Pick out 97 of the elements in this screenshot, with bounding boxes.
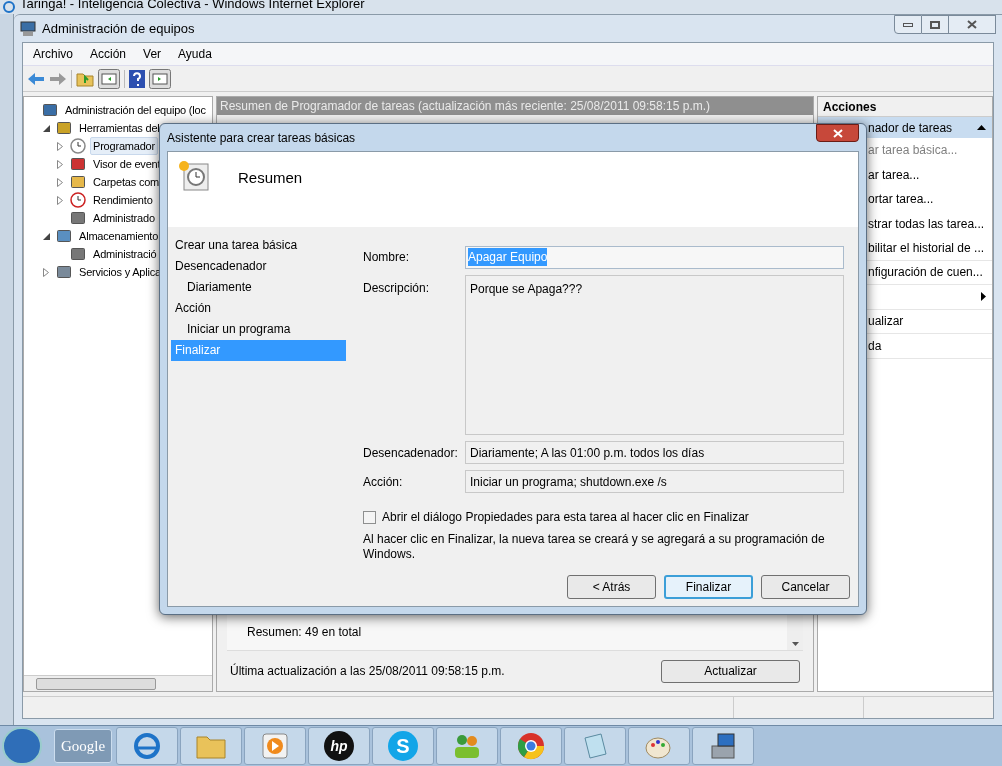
action-link[interactable]: strar todas las tarea... xyxy=(868,214,985,233)
dialog-button[interactable]: Finalizar xyxy=(664,575,753,599)
folder-up-icon[interactable] xyxy=(76,70,94,87)
menu-item[interactable]: Archivo xyxy=(33,45,73,63)
globe-icon xyxy=(2,0,16,14)
taskbar-button[interactable] xyxy=(436,727,498,765)
dialog-button[interactable]: < Atrás xyxy=(567,575,656,599)
taskbar-button[interactable] xyxy=(500,727,562,765)
info-text: Al hacer clic en Finalizar, la nueva tarea se creará y se agregará a su programación de Windows. xyxy=(363,532,826,562)
close-button[interactable] xyxy=(816,124,859,142)
panel-header: Resumen de Programador de tareas (actualización más reciente: 25/08/2011 09:58:15 p.m.) xyxy=(217,97,813,115)
wizard-step[interactable]: Iniciar un programa xyxy=(171,319,346,340)
tree-item[interactable]: Administrado xyxy=(90,208,158,228)
actions-header: Acciones xyxy=(818,97,992,117)
field-label: Descripción: xyxy=(363,280,431,297)
tree-item[interactable]: Almacenamiento xyxy=(76,226,162,246)
field-label: Desencadenador: xyxy=(363,444,459,462)
tree-item[interactable]: Administració xyxy=(90,244,160,264)
start-button[interactable] xyxy=(2,727,42,765)
node-icon xyxy=(70,192,86,208)
scroll-down-arrow-icon[interactable] xyxy=(791,642,799,646)
computer-tools-icon xyxy=(708,732,738,760)
taskbar-button[interactable] xyxy=(116,727,178,765)
readonly-field: Iniciar un programa; shutdown.exe /s xyxy=(465,470,844,493)
action-link[interactable]: ualizar xyxy=(868,312,904,331)
logo-icon: hp xyxy=(324,731,354,761)
field-label: Nombre: xyxy=(363,249,410,266)
node-icon xyxy=(70,156,86,172)
circle-logo-icon xyxy=(516,731,546,761)
maximize-button[interactable] xyxy=(922,15,949,34)
tree-item[interactable]: Visor de event xyxy=(90,154,164,174)
expanded-arrow-icon[interactable] xyxy=(42,124,50,132)
close-button[interactable] xyxy=(949,15,996,34)
dialog-button[interactable]: Cancelar xyxy=(761,575,850,599)
collapse-arrow-icon[interactable] xyxy=(977,125,986,130)
wizard-step[interactable]: Acción xyxy=(171,298,346,319)
tree-item[interactable]: Administración del equipo (loc xyxy=(62,100,209,120)
folder-icon xyxy=(70,174,86,190)
pane-toggle-icon[interactable] xyxy=(149,68,171,89)
action-link[interactable]: ortar tarea... xyxy=(868,190,934,209)
close-icon xyxy=(967,20,977,29)
taskbar-button[interactable] xyxy=(692,727,754,765)
node-icon xyxy=(70,246,86,262)
wizard-step[interactable]: Desencadenador xyxy=(171,256,346,277)
checkbox-label: Abrir el diálogo Propiedades para esta tarea al hacer clic en Finalizar xyxy=(382,509,749,526)
node-icon xyxy=(42,102,58,118)
wizard-step[interactable]: Diariamente xyxy=(171,277,346,298)
back-arrow-icon[interactable] xyxy=(27,71,45,86)
play-icon xyxy=(261,732,289,760)
summary-text: Resumen: 49 en total xyxy=(246,624,363,641)
help-icon[interactable] xyxy=(129,69,145,88)
forward-arrow-icon[interactable] xyxy=(49,71,67,86)
node-icon xyxy=(56,120,72,136)
clock-icon xyxy=(178,160,210,192)
minimize-button[interactable] xyxy=(894,15,922,34)
field-label: Acción: xyxy=(363,473,404,491)
close-icon xyxy=(832,128,843,138)
action-link[interactable]: bilitar el historial de ... xyxy=(868,238,985,257)
clock-icon xyxy=(70,138,86,154)
submenu-arrow-icon[interactable] xyxy=(981,292,986,302)
pane-toggle-icon[interactable] xyxy=(98,68,120,89)
action-link[interactable]: da xyxy=(868,336,882,355)
horizontal-scrollbar[interactable] xyxy=(24,675,212,691)
menu-item[interactable]: Acción xyxy=(90,45,127,63)
collapsed-arrow-icon[interactable] xyxy=(57,159,63,169)
speech-bubble-icon: S xyxy=(388,731,418,761)
collapsed-arrow-icon[interactable] xyxy=(57,177,63,187)
folder-icon xyxy=(196,733,226,759)
collapsed-arrow-icon[interactable] xyxy=(43,267,49,277)
node-icon xyxy=(56,228,72,244)
refresh-button[interactable]: Actualizar xyxy=(661,659,800,683)
menu-item[interactable]: Ayuda xyxy=(178,45,212,63)
collapsed-arrow-icon[interactable] xyxy=(57,141,63,151)
tree-item[interactable]: Herramientas del xyxy=(76,118,163,138)
action-link[interactable]: ar tarea... xyxy=(868,165,920,184)
node-icon xyxy=(70,210,86,226)
status-text: Última actualización a las 25/08/2011 09:58:15 p.m. xyxy=(230,662,506,680)
description-field[interactable]: Porque se Apaga??? xyxy=(465,275,844,435)
window-title: Administración de equipos xyxy=(42,19,195,38)
tree-item[interactable]: Carpetas com xyxy=(90,172,163,192)
computer-icon xyxy=(20,20,36,37)
tree-item[interactable]: Programador xyxy=(90,136,158,156)
people-icon xyxy=(452,732,482,760)
collapsed-arrow-icon[interactable] xyxy=(57,195,63,205)
notepad-icon xyxy=(581,732,609,760)
node-icon xyxy=(56,264,72,280)
expanded-arrow-icon[interactable] xyxy=(42,232,50,240)
wizard-step[interactable]: Crear una tarea básica xyxy=(171,235,346,256)
globe-icon xyxy=(132,731,162,761)
taskbar-button[interactable]: hp xyxy=(308,727,370,765)
readonly-field: Diariamente; A las 01:00 p.m. todos los días xyxy=(465,441,844,464)
tree-item[interactable]: Rendimiento xyxy=(90,190,156,210)
dialog-heading: Resumen xyxy=(238,168,303,188)
menu-item[interactable]: Ver xyxy=(143,45,162,63)
checkbox[interactable] xyxy=(363,510,376,524)
action-link[interactable]: nfiguración de cuen... xyxy=(868,263,983,282)
dialog-title: Asistente para crear tareas básicas xyxy=(167,129,357,147)
